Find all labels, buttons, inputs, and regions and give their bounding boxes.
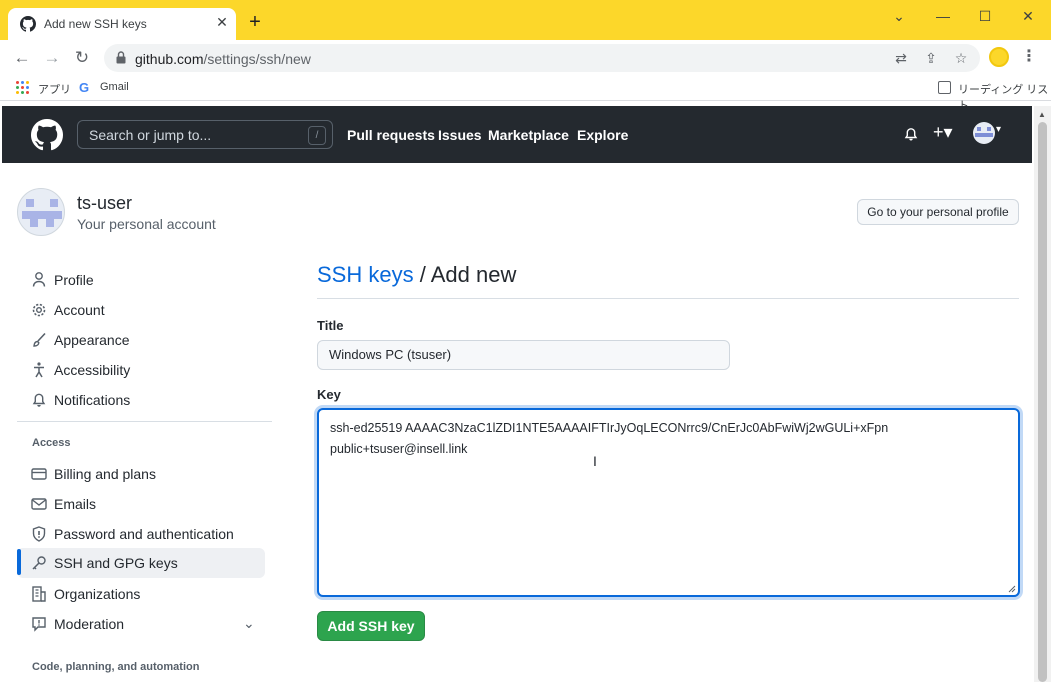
identicon-icon [22, 199, 62, 227]
key-text-line-2: public+tsuser@insell.link [330, 442, 468, 456]
maximize-icon[interactable]: ☐ [970, 4, 1000, 28]
bookmark-gmail[interactable]: Gmail [100, 81, 129, 93]
sidebar-item-moderation[interactable]: Moderation [17, 609, 265, 639]
github-favicon-icon [20, 16, 36, 32]
page-scrollbar[interactable]: ▲ [1034, 106, 1051, 682]
address-bar[interactable]: github.com/settings/ssh/new ⇄ ⇪ ☆ [104, 44, 980, 72]
lock-icon [116, 51, 126, 64]
person-icon [32, 272, 46, 287]
gear-icon [32, 303, 46, 317]
new-tab-icon[interactable]: + [245, 12, 265, 32]
reading-list-icon[interactable] [938, 81, 951, 94]
nav-issues[interactable]: Issues [438, 127, 482, 143]
account-subtitle: Your personal account [77, 216, 216, 232]
sidebar-item-billing[interactable]: Billing and plans [17, 459, 265, 489]
url-text: github.com/settings/ssh/new [135, 51, 311, 67]
github-logo-icon[interactable] [31, 119, 63, 151]
forward-arrow-icon[interactable]: → [40, 46, 64, 70]
breadcrumb-ssh-keys-link[interactable]: SSH keys [317, 262, 414, 287]
resize-grip-icon[interactable] [1008, 585, 1016, 593]
sidebar-divider [17, 421, 272, 422]
chevron-down-icon[interactable]: ⌄ [243, 615, 255, 632]
title-divider [317, 298, 1019, 299]
browser-tab-bar: Add new SSH keys ✕ + ⌄ — ☐ ✕ [0, 0, 1051, 40]
account-avatar [17, 188, 65, 236]
sidebar-item-ssh-gpg-keys[interactable]: SSH and GPG keys [17, 548, 265, 578]
breadcrumb-separator: / [413, 262, 431, 287]
search-placeholder: Search or jump to... [89, 127, 212, 143]
tab-title: Add new SSH keys [44, 17, 147, 31]
reload-icon[interactable]: ↻ [70, 46, 94, 70]
search-shortcut-key: / [308, 126, 326, 145]
nav-pull-requests[interactable]: Pull requests [347, 127, 435, 143]
sidebar-heading-code: Code, planning, and automation [32, 661, 200, 673]
scrollbar-thumb[interactable] [1038, 122, 1047, 682]
accessibility-icon [34, 362, 44, 378]
tab-close-icon[interactable]: ✕ [212, 12, 232, 32]
bookmark-apps[interactable]: アプリ [38, 81, 71, 97]
google-g-icon: G [79, 80, 90, 95]
browser-tab[interactable]: Add new SSH keys ✕ [8, 8, 236, 40]
search-input[interactable]: Search or jump to... / [77, 120, 333, 149]
key-textarea[interactable]: ssh-ed25519 AAAAC3NzaC1lZDI1NTE5AAAAIFTI… [317, 408, 1020, 597]
user-avatar-menu[interactable] [973, 122, 995, 144]
page-title: SSH keys / Add new [317, 262, 516, 288]
sidebar-item-profile[interactable]: Profile [17, 265, 265, 295]
paintbrush-icon [33, 332, 46, 347]
close-window-icon[interactable]: ✕ [1013, 4, 1043, 28]
browser-menu-icon[interactable]: ⋮ [1020, 47, 1038, 67]
browser-toolbar: ← → ↻ github.com/settings/ssh/new ⇄ ⇪ ☆ … [0, 40, 1051, 76]
key-label: Key [317, 387, 341, 402]
tab-search-chevron-icon[interactable]: ⌄ [884, 4, 914, 28]
minimize-icon[interactable]: — [928, 4, 958, 28]
nav-explore[interactable]: Explore [577, 127, 628, 143]
notifications-bell-icon[interactable] [903, 126, 919, 142]
text-cursor-icon: I [593, 453, 597, 469]
back-arrow-icon[interactable]: ← [10, 46, 34, 70]
nav-marketplace[interactable]: Marketplace [488, 127, 569, 143]
translate-icon[interactable]: ⇄ [892, 49, 910, 67]
active-indicator [17, 549, 21, 575]
add-ssh-key-button[interactable]: Add SSH key [317, 611, 425, 641]
identicon-icon [975, 127, 993, 137]
report-icon [32, 617, 46, 632]
mail-icon [31, 498, 47, 510]
account-username: ts-user [77, 193, 133, 213]
browser-profile-icon[interactable] [989, 47, 1009, 67]
sidebar-item-password[interactable]: Password and authentication [17, 519, 265, 549]
key-icon [32, 556, 46, 570]
key-text-line-1: ssh-ed25519 AAAAC3NzaC1lZDI1NTE5AAAAIFTI… [330, 421, 889, 435]
sidebar-item-account[interactable]: Account [17, 295, 265, 325]
shield-icon [32, 526, 46, 542]
title-label: Title [317, 318, 344, 333]
scroll-up-icon[interactable]: ▲ [1038, 110, 1046, 119]
sidebar-heading-access: Access [32, 437, 71, 449]
avatar-caret-icon[interactable]: ▾ [996, 124, 1001, 135]
credit-card-icon [31, 468, 47, 480]
sidebar-item-organizations[interactable]: Organizations [17, 579, 265, 609]
bell-icon [32, 393, 46, 407]
create-new-plus-icon[interactable]: +▾ [933, 122, 953, 143]
breadcrumb-current: Add new [430, 262, 517, 287]
organization-icon [32, 586, 46, 602]
bookmark-star-icon[interactable]: ☆ [952, 49, 970, 67]
title-input[interactable]: Windows PC (tsuser) [317, 340, 730, 370]
bookmarks-bar: アプリ Gmail リーディング リスト [0, 76, 1051, 112]
sidebar-item-emails[interactable]: Emails [17, 489, 265, 519]
go-to-profile-button[interactable]: Go to your personal profile [857, 199, 1019, 225]
github-header: Search or jump to... / Pull requests Iss… [2, 106, 1032, 163]
share-icon[interactable]: ⇪ [922, 49, 940, 67]
apps-grid-icon[interactable] [16, 81, 30, 95]
sidebar-item-notifications[interactable]: Notifications [17, 385, 265, 415]
sidebar-item-accessibility[interactable]: Accessibility [17, 355, 265, 385]
sidebar-item-appearance[interactable]: Appearance [17, 325, 265, 355]
